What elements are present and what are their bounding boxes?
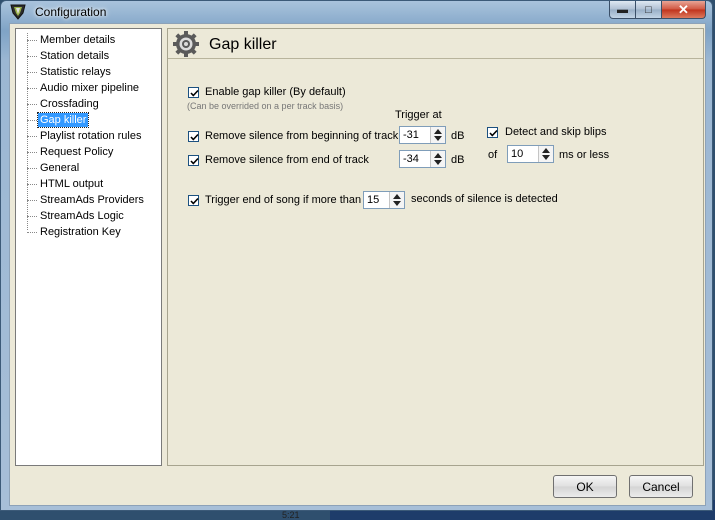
app-shield-icon bbox=[10, 4, 26, 20]
title-bar[interactable]: Configuration ▬ □ ✕ bbox=[1, 1, 712, 23]
tree-item-label: StreamAds Providers bbox=[40, 194, 144, 206]
dialog-client-area: Member details Station details Statistic… bbox=[9, 23, 706, 506]
checkmark-icon bbox=[190, 197, 199, 205]
tree-item-label: Station details bbox=[40, 50, 110, 62]
checkmark-icon bbox=[489, 129, 498, 137]
remove-silence-end-spinner[interactable]: -34 bbox=[399, 150, 446, 168]
tree-branch bbox=[27, 104, 37, 105]
tree-item-label: Playlist rotation rules bbox=[40, 130, 142, 142]
spin-down-icon[interactable] bbox=[542, 155, 550, 160]
blips-of-label: of bbox=[488, 149, 498, 161]
spin-up-icon[interactable] bbox=[542, 148, 550, 153]
spinner-value: -34 bbox=[403, 153, 419, 165]
maximize-button[interactable]: □ bbox=[636, 1, 662, 19]
tree-branch bbox=[27, 232, 37, 233]
tree-branch bbox=[27, 136, 37, 137]
tree-branch bbox=[27, 168, 37, 169]
settings-panel: Gap killer Enable gap killer (By default… bbox=[167, 28, 704, 466]
silence-seconds-spinner[interactable]: 15 bbox=[363, 191, 405, 209]
spin-up-icon[interactable] bbox=[434, 129, 442, 134]
tree-item-label: General bbox=[40, 162, 80, 174]
ok-button[interactable]: OK bbox=[553, 475, 617, 498]
panel-header: Gap killer bbox=[168, 29, 703, 59]
tree-item-label: StreamAds Logic bbox=[40, 210, 124, 222]
tree-branch bbox=[27, 184, 37, 185]
spinner-arrows[interactable] bbox=[538, 146, 553, 162]
tree-item-label: Statistic relays bbox=[40, 66, 111, 78]
trigger-at-header: Trigger at bbox=[395, 109, 442, 121]
remove-silence-end-label: Remove silence from end of track bbox=[205, 154, 369, 166]
checkmark-icon bbox=[190, 157, 199, 165]
tree-branch bbox=[27, 120, 37, 121]
window-title: Configuration bbox=[35, 5, 107, 19]
tree-branch bbox=[27, 88, 37, 89]
gear-icon bbox=[173, 31, 199, 57]
tree-item-label-selected: Gap killer bbox=[36, 112, 90, 128]
spin-down-icon[interactable] bbox=[434, 160, 442, 165]
tree-item-label: Request Policy bbox=[40, 146, 114, 158]
spin-up-icon[interactable] bbox=[393, 194, 401, 199]
tree-branch bbox=[27, 152, 37, 153]
spinner-arrows[interactable] bbox=[430, 127, 445, 143]
close-button[interactable]: ✕ bbox=[662, 1, 706, 19]
enable-gap-killer-label: Enable gap killer (By default) bbox=[205, 86, 346, 98]
spinner-arrows[interactable] bbox=[389, 192, 404, 208]
category-tree[interactable]: Member details Station details Statistic… bbox=[15, 28, 162, 466]
tree-branch bbox=[27, 200, 37, 201]
tree-item-label: Audio mixer pipeline bbox=[40, 82, 140, 94]
spin-down-icon[interactable] bbox=[434, 136, 442, 141]
tree-item-label: HTML output bbox=[40, 178, 104, 190]
configuration-window: Configuration ▬ □ ✕ Member details Stati… bbox=[0, 0, 713, 511]
tree-branch bbox=[27, 40, 37, 41]
remove-silence-begin-spinner[interactable]: -31 bbox=[399, 126, 446, 144]
detect-blips-label: Detect and skip blips bbox=[505, 126, 607, 138]
desktop-clock-fragment: 5:21 bbox=[282, 510, 300, 520]
spinner-value: 10 bbox=[511, 148, 524, 160]
remove-silence-begin-unit: dB bbox=[451, 130, 465, 142]
remove-silence-begin-checkbox[interactable] bbox=[188, 131, 199, 142]
spin-up-icon[interactable] bbox=[434, 153, 442, 158]
trigger-end-of-song-suffix: seconds of silence is detected bbox=[411, 193, 558, 205]
remove-silence-end-unit: dB bbox=[451, 154, 465, 166]
trigger-end-of-song-checkbox[interactable] bbox=[188, 195, 199, 206]
enable-gap-killer-note: (Can be overrided on a per track basis) bbox=[187, 101, 344, 111]
spinner-value: 15 bbox=[367, 194, 380, 206]
tree-item-label: Member details bbox=[40, 34, 116, 46]
spinner-arrows[interactable] bbox=[430, 151, 445, 167]
remove-silence-end-checkbox[interactable] bbox=[188, 155, 199, 166]
trigger-end-of-song-label: Trigger end of song if more than bbox=[205, 194, 362, 206]
detect-blips-checkbox[interactable] bbox=[487, 127, 498, 138]
tree-item-label: Crossfading bbox=[40, 98, 99, 110]
tree-item-label: Registration Key bbox=[40, 226, 121, 238]
panel-title: Gap killer bbox=[209, 36, 277, 53]
enable-gap-killer-checkbox[interactable] bbox=[188, 87, 199, 98]
minimize-button[interactable]: ▬ bbox=[609, 1, 636, 19]
checkmark-icon bbox=[190, 89, 199, 97]
checkmark-icon bbox=[190, 133, 199, 141]
cancel-button[interactable]: Cancel bbox=[629, 475, 693, 498]
tree-branch bbox=[27, 56, 37, 57]
blips-unit: ms or less bbox=[559, 149, 610, 161]
spinner-value: -31 bbox=[403, 129, 419, 141]
tree-branch bbox=[27, 72, 37, 73]
remove-silence-begin-label: Remove silence from beginning of track bbox=[205, 130, 399, 142]
tree-branch bbox=[27, 216, 37, 217]
blips-duration-spinner[interactable]: 10 bbox=[507, 145, 554, 163]
spin-down-icon[interactable] bbox=[393, 201, 401, 206]
